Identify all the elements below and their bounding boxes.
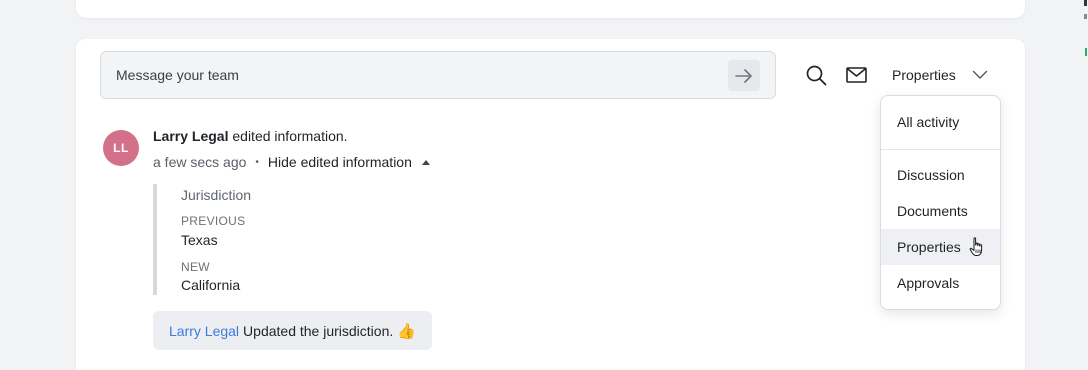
search-icon bbox=[806, 65, 826, 85]
menu-item-properties[interactable]: Properties bbox=[881, 229, 1000, 265]
menu-divider bbox=[881, 149, 1000, 150]
avatar: LL bbox=[103, 130, 139, 166]
activity-timestamp: a few secs ago bbox=[153, 154, 247, 170]
edge-fragment bbox=[1082, 0, 1088, 70]
comment-bubble: Larry Legal Updated the jurisdiction. 👍 bbox=[153, 311, 432, 350]
meta-separator: • bbox=[255, 156, 259, 168]
caret-up-icon bbox=[421, 160, 430, 165]
activity-filter-select[interactable]: Properties bbox=[892, 64, 988, 86]
menu-item-documents[interactable]: Documents bbox=[881, 193, 1000, 229]
change-details: Jurisdiction PREVIOUS Texas NEW Californ… bbox=[153, 184, 353, 295]
mail-button[interactable] bbox=[845, 64, 867, 86]
activity-summary: Larry Legal edited information. bbox=[153, 128, 348, 144]
send-button[interactable] bbox=[728, 60, 760, 91]
chevron-down-icon bbox=[972, 70, 988, 79]
previous-label: PREVIOUS bbox=[181, 214, 246, 228]
mail-icon bbox=[845, 67, 867, 83]
hand-pointer-icon bbox=[969, 237, 983, 256]
filter-selected-label: Properties bbox=[892, 67, 956, 83]
avatar-initials: LL bbox=[113, 141, 129, 155]
new-label: NEW bbox=[181, 260, 210, 274]
menu-item-all-activity[interactable]: All activity bbox=[881, 104, 1000, 140]
previous-card bbox=[76, 0, 1025, 18]
menu-item-label: Properties bbox=[897, 239, 961, 255]
search-button[interactable] bbox=[805, 64, 827, 86]
previous-value: Texas bbox=[181, 232, 218, 248]
menu-item-approvals[interactable]: Approvals bbox=[881, 265, 1000, 301]
arrow-right-icon bbox=[735, 68, 752, 83]
activity-action: edited information. bbox=[228, 128, 348, 144]
toggle-label: Hide edited information bbox=[267, 154, 412, 170]
activity-actor: Larry Legal bbox=[153, 128, 229, 144]
menu-item-label: All activity bbox=[897, 114, 960, 130]
message-input[interactable] bbox=[101, 52, 721, 98]
comment-mention[interactable]: Larry Legal bbox=[169, 323, 239, 339]
thumbs-up-emoji: 👍 bbox=[397, 322, 416, 340]
changed-field-name: Jurisdiction bbox=[181, 187, 252, 203]
menu-item-discussion[interactable]: Discussion bbox=[881, 157, 1000, 193]
menu-item-label: Discussion bbox=[897, 167, 965, 183]
menu-item-label: Approvals bbox=[897, 275, 960, 291]
hide-edited-toggle[interactable]: Hide edited information bbox=[268, 154, 430, 170]
new-value: California bbox=[181, 277, 241, 293]
message-composer bbox=[100, 51, 776, 99]
comment-text: Updated the jurisdiction. bbox=[243, 322, 394, 339]
menu-item-label: Documents bbox=[897, 203, 968, 219]
activity-meta: a few secs ago • Hide edited information bbox=[153, 154, 430, 170]
activity-filter-menu: All activity Discussion Documents Proper… bbox=[880, 95, 1001, 310]
